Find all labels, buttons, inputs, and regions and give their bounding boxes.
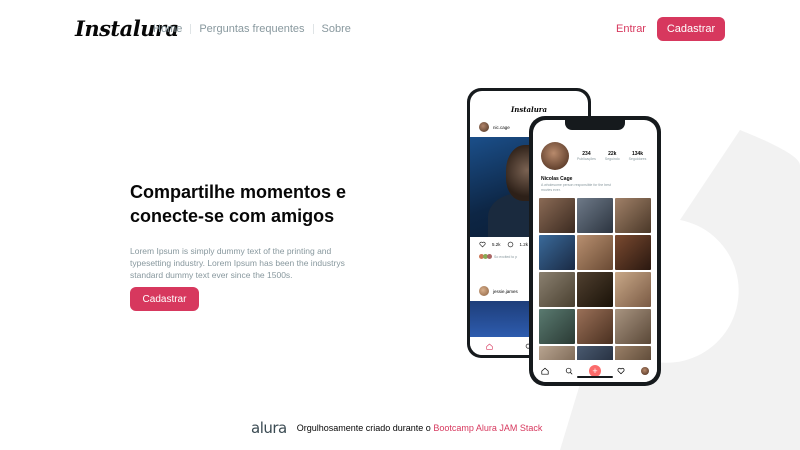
hero-signup-button[interactable]: Cadastrar — [130, 287, 199, 311]
likes-count: 5.2k — [492, 242, 501, 247]
phone-notch — [565, 120, 625, 130]
photo-grid — [539, 198, 653, 381]
liked-by: So excited to p — [479, 254, 517, 259]
phone-screen-profile: 234 Publicações 22k Seguindo 134k Seguid… — [533, 120, 657, 382]
background-decoration — [560, 130, 800, 450]
phone-bottom-nav: + — [533, 360, 657, 382]
signup-button[interactable]: Cadastrar — [657, 17, 725, 41]
grid-photo — [539, 198, 575, 233]
alura-logo[interactable]: alura — [251, 419, 287, 437]
post-header: nic.cage — [479, 122, 510, 132]
profile-stats: 234 Publicações 22k Seguindo 134k Seguid… — [577, 151, 646, 161]
nav-item-faq[interactable]: Perguntas frequentes — [199, 23, 304, 35]
stat-label: Seguidores — [628, 157, 647, 161]
heart-icon — [479, 241, 486, 248]
stat-followers: 134k Seguidores — [629, 151, 647, 161]
nav-item-home[interactable]: Home — [153, 23, 182, 35]
nav-item-about[interactable]: Sobre — [322, 23, 351, 35]
profile-bio: A wholesome person responsible for the b… — [541, 183, 611, 192]
grid-photo — [615, 309, 651, 344]
grid-photo — [615, 198, 651, 233]
phone-mockup-profile: 234 Publicações 22k Seguindo 134k Seguid… — [529, 116, 661, 386]
avatar — [479, 122, 489, 132]
footer: alura Orgulhosamente criado durante o Bo… — [251, 419, 542, 437]
search-icon — [565, 367, 573, 375]
home-icon — [541, 367, 549, 375]
stat-following: 22k Seguindo — [605, 151, 620, 161]
bootcamp-link[interactable]: Bootcamp Alura JAM Stack — [433, 423, 542, 433]
stat-label: Seguindo — [604, 157, 620, 161]
liked-avatars — [479, 254, 492, 259]
stat-label: Publicações — [577, 157, 596, 161]
avatar — [479, 286, 489, 296]
grid-photo — [539, 309, 575, 344]
grid-photo — [539, 235, 575, 270]
hero-title: Compartilhe momentos e conecte-se com am… — [130, 182, 347, 226]
grid-photo — [539, 272, 575, 307]
login-button[interactable]: Entrar — [608, 17, 654, 41]
home-indicator — [577, 376, 613, 378]
header: Instalura Home Perguntas frequentes Sobr… — [0, 0, 800, 60]
grid-photo — [615, 272, 651, 307]
heart-icon — [617, 367, 625, 375]
grid-photo — [577, 272, 613, 307]
footer-text: Orgulhosamente criado durante o Bootcamp… — [297, 423, 543, 433]
grid-photo — [577, 235, 613, 270]
post-username: jessie.james — [493, 288, 518, 294]
phone-logo: Instalura — [510, 105, 548, 114]
main-nav: Home Perguntas frequentes Sobre — [153, 23, 351, 35]
profile-avatar — [541, 142, 569, 170]
grid-photo — [577, 198, 613, 233]
profile-name: Nicolas Cage — [541, 176, 573, 182]
post-header: jessie.james — [479, 286, 518, 296]
footer-caption: Orgulhosamente criado durante o — [296, 423, 431, 433]
stat-posts: 234 Publicações — [577, 151, 596, 161]
post-username: nic.cage — [493, 124, 510, 130]
comment-icon — [507, 241, 513, 248]
comments-count: 1.2k — [519, 242, 529, 247]
grid-photo — [615, 235, 651, 270]
hero-description: Lorem Ipsum is simply dummy text of the … — [130, 246, 345, 280]
grid-photo — [577, 309, 613, 344]
nav-separator — [312, 24, 314, 34]
home-icon — [486, 343, 493, 350]
caption: So excited to p — [494, 254, 518, 259]
nav-separator — [190, 24, 192, 34]
avatar — [641, 367, 649, 375]
